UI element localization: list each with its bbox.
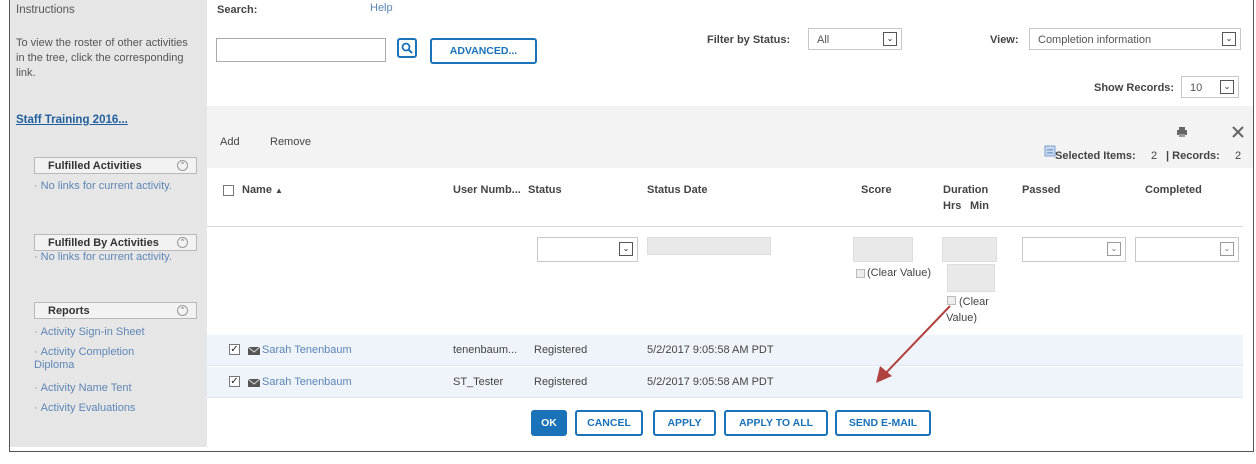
header-divider: [207, 226, 1243, 227]
column-header-user-number[interactable]: User Numb...: [453, 184, 521, 196]
report-link-name-tent[interactable]: · Activity Name Tent: [34, 382, 132, 395]
table-row[interactable]: ✓ Sarah Tenenbaum tenenbaum... Registere…: [207, 335, 1243, 366]
filter-status-label: Filter by Status:: [707, 34, 791, 46]
grid-toolbar: Add Remove Selected Items: 2 | Records: …: [207, 106, 1253, 168]
report-link-completion-diploma[interactable]: · Activity Completion Diploma: [34, 346, 164, 372]
clear-value-checkbox[interactable]: [856, 269, 865, 278]
row-select-checkbox[interactable]: ✓: [229, 344, 240, 355]
passed-edit-select[interactable]: ⌄: [1022, 237, 1126, 262]
chevron-down-icon: ⌄: [1222, 32, 1236, 46]
envelope-icon[interactable]: [248, 347, 260, 355]
chevron-down-icon: ⌄: [883, 32, 897, 46]
score-input[interactable]: [853, 237, 913, 262]
completed-edit-select[interactable]: ⌄: [1135, 237, 1239, 262]
sort-ascending-icon: ▲: [275, 186, 283, 195]
user-number-cell: ST_Tester: [453, 376, 504, 388]
column-header-status-date[interactable]: Status Date: [647, 184, 708, 196]
ok-button[interactable]: OK: [531, 410, 567, 436]
column-header-status[interactable]: Status: [528, 184, 562, 196]
column-header-duration[interactable]: Duration: [943, 184, 988, 196]
no-links-text: No links for current activity.: [40, 251, 172, 263]
status-date-cell: 5/2/2017 9:05:58 AM PDT: [647, 376, 774, 388]
chevron-down-icon: ⌄: [1220, 80, 1234, 94]
report-link-evaluations[interactable]: · Activity Evaluations: [34, 402, 135, 415]
list-item: · No links for current activity.: [34, 180, 172, 192]
panel-reports: Reports ⌃: [34, 302, 197, 319]
user-number-cell: tenenbaum...: [453, 344, 518, 356]
panel-title: Reports: [48, 305, 90, 317]
records-count: 2: [1235, 150, 1242, 162]
records-label: | Records:: [1166, 150, 1220, 162]
remove-button[interactable]: Remove: [270, 136, 311, 148]
view-select[interactable]: Completion information ⌄: [1029, 28, 1241, 50]
status-cell: Registered: [534, 376, 588, 388]
apply-button[interactable]: APPLY: [653, 410, 716, 436]
panel-title: Fulfilled By Activities: [48, 237, 159, 249]
view-label: View:: [990, 34, 1019, 46]
selected-items-label: Selected Items:: [1055, 150, 1136, 162]
table-row[interactable]: ✓ Sarah Tenenbaum ST_Tester Registered 5…: [207, 367, 1243, 398]
selected-items-count: 2: [1151, 150, 1158, 162]
status-date-input[interactable]: [647, 237, 771, 255]
magnifier-icon: [401, 42, 413, 54]
close-icon[interactable]: [1232, 126, 1244, 138]
column-header-name[interactable]: Name ▲: [242, 184, 283, 196]
panel-fulfilled-activities: Fulfilled Activities ⌃: [34, 157, 197, 174]
duration-min-input[interactable]: [947, 264, 995, 292]
user-name-link[interactable]: Sarah Tenenbaum: [262, 376, 352, 388]
list-item: · No links for current activity.: [34, 251, 172, 263]
panel-fulfilled-by-activities: Fulfilled By Activities ⌃: [34, 234, 197, 251]
advanced-search-button[interactable]: ADVANCED...: [430, 38, 537, 64]
chevron-up-icon[interactable]: ⌃: [177, 237, 188, 248]
cancel-button[interactable]: CANCEL: [575, 410, 643, 436]
clear-duration-label-1: (Clear: [959, 296, 989, 308]
user-name-link[interactable]: Sarah Tenenbaum: [262, 344, 352, 356]
select-all-checkbox[interactable]: [223, 185, 234, 196]
column-header-duration-min: Min: [970, 200, 989, 212]
sidebar: Instructions To view the roster of other…: [10, 0, 207, 447]
main-content: Search: Help ADVANCED... Filter by Statu…: [207, 0, 1253, 447]
chevron-down-icon: ⌄: [1220, 242, 1234, 256]
report-link-sign-in-sheet[interactable]: · Activity Sign-in Sheet: [34, 326, 145, 339]
apply-to-all-button[interactable]: APPLY TO ALL: [724, 410, 828, 436]
printer-icon[interactable]: [1176, 126, 1188, 138]
send-email-button[interactable]: SEND E-MAIL: [835, 410, 931, 436]
roster-window: Instructions To view the roster of other…: [9, 0, 1254, 452]
status-cell: Registered: [534, 344, 588, 356]
chevron-down-icon: ⌄: [1107, 242, 1121, 256]
chevron-up-icon[interactable]: ⌃: [177, 160, 188, 171]
panel-title: Fulfilled Activities: [48, 160, 142, 172]
search-input[interactable]: [216, 38, 386, 62]
envelope-icon[interactable]: [248, 379, 260, 387]
help-link[interactable]: Help: [370, 2, 393, 14]
search-label: Search:: [217, 4, 258, 16]
row-select-checkbox[interactable]: ✓: [229, 376, 240, 387]
instructions-heading: Instructions: [16, 4, 75, 16]
show-records-select[interactable]: 10 ⌄: [1181, 76, 1239, 98]
column-header-completed[interactable]: Completed: [1145, 184, 1202, 196]
duration-hrs-input[interactable]: [942, 237, 997, 262]
column-header-score[interactable]: Score: [861, 184, 892, 196]
status-edit-select[interactable]: ⌄: [537, 237, 638, 262]
column-header-duration-hrs: Hrs: [943, 200, 962, 212]
no-links-text: No links for current activity.: [40, 180, 172, 192]
annotation-arrow: [876, 305, 951, 383]
filter-status-select[interactable]: All ⌄: [808, 28, 902, 50]
tree-link-staff-training[interactable]: Staff Training 2016...: [16, 114, 128, 126]
add-button[interactable]: Add: [220, 136, 240, 148]
instructions-text: To view the roster of other activities i…: [16, 37, 188, 79]
search-button[interactable]: [397, 38, 417, 58]
column-header-passed[interactable]: Passed: [1022, 184, 1061, 196]
chevron-down-icon: ⌄: [619, 242, 633, 256]
status-date-cell: 5/2/2017 9:05:58 AM PDT: [647, 344, 774, 356]
show-records-label: Show Records:: [1094, 82, 1175, 94]
clear-value-label: (Clear Value): [867, 267, 931, 279]
chevron-up-icon[interactable]: ⌃: [177, 305, 188, 316]
